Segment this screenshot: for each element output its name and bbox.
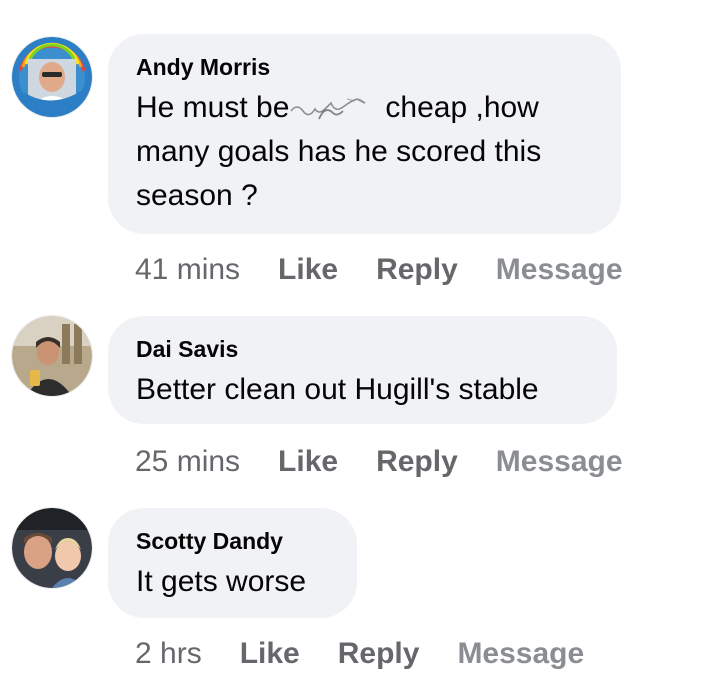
profile-picture-dai [12, 316, 92, 396]
comment-text: He must be cheap ,how many goals has he s… [136, 86, 593, 218]
profile-picture-andy [12, 37, 92, 117]
comment-text: It gets worse [136, 565, 307, 598]
obscured-text [289, 89, 385, 125]
reply-button[interactable]: Reply [376, 253, 458, 286]
message-button[interactable]: Message [457, 637, 584, 670]
comment-author[interactable]: Dai Savis [136, 336, 589, 362]
comment-text: Better clean out Hugill's stable [136, 373, 539, 406]
like-button[interactable]: Like [278, 445, 338, 478]
comment-author[interactable]: Andy Morris [136, 54, 593, 80]
comment-actions: 2 hrs Like Reply Message [135, 637, 584, 671]
avatar[interactable] [12, 37, 92, 117]
avatar[interactable] [12, 316, 92, 396]
comment-author[interactable]: Scotty Dandy [136, 528, 329, 554]
like-button[interactable]: Like [240, 637, 300, 670]
comment-bubble: Andy Morris He must be cheap ,how many go… [108, 34, 621, 234]
message-button[interactable]: Message [496, 445, 623, 478]
comment-timestamp[interactable]: 41 mins [135, 253, 240, 286]
reply-button[interactable]: Reply [376, 445, 458, 478]
comment-timestamp[interactable]: 2 hrs [135, 637, 202, 670]
profile-picture-scotty [12, 508, 92, 588]
comment-actions: 41 mins Like Reply Message [135, 253, 623, 287]
like-button[interactable]: Like [278, 253, 338, 286]
comment-bubble: Scotty Dandy It gets worse [108, 508, 357, 618]
reply-button[interactable]: Reply [338, 637, 420, 670]
comment-bubble: Dai Savis Better clean out Hugill's stab… [108, 316, 617, 424]
comment-text-start: He must be [136, 91, 290, 124]
comment-actions: 25 mins Like Reply Message [135, 445, 623, 479]
avatar[interactable] [12, 508, 92, 588]
message-button[interactable]: Message [496, 253, 623, 286]
comment-timestamp[interactable]: 25 mins [135, 445, 240, 478]
